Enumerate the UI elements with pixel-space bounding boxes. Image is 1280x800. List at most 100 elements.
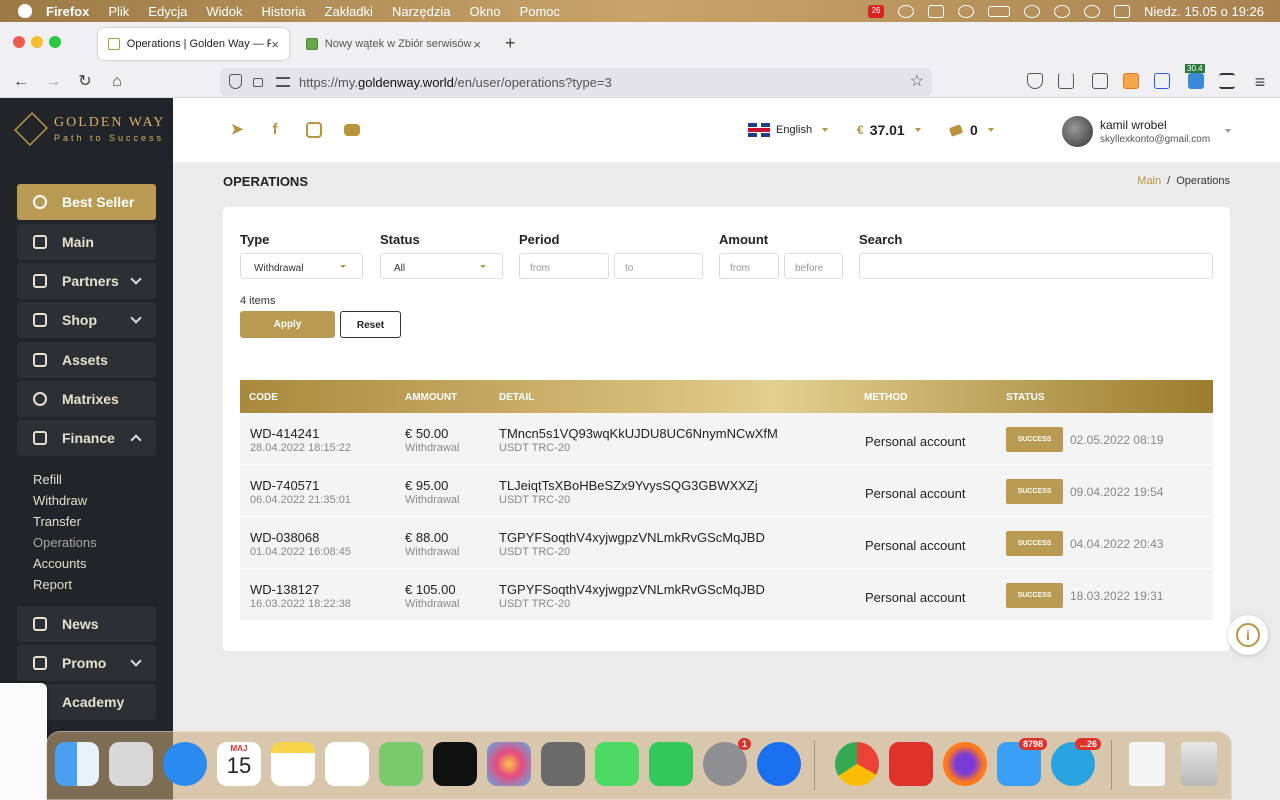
apply-button[interactable]: Apply [240, 311, 335, 338]
anydesk-icon[interactable] [889, 742, 933, 786]
metamask-icon[interactable] [1123, 73, 1139, 89]
telegram-icon[interactable]: ➤ [229, 122, 245, 138]
close-window-button[interactable] [13, 36, 25, 48]
sidebar-sub-refill[interactable]: Refill [33, 472, 62, 487]
close-tab-icon[interactable]: × [271, 37, 279, 52]
time-machine-icon[interactable] [1054, 4, 1071, 18]
photos-icon[interactable] [487, 742, 531, 786]
amount-from-input[interactable]: from [719, 253, 779, 279]
new-tab-button[interactable]: + [505, 33, 516, 54]
url-text[interactable]: https://my.goldenway.world/en/user/opera… [299, 75, 612, 90]
youtube-icon[interactable] [344, 124, 360, 136]
lock-icon[interactable] [253, 78, 263, 87]
table-row[interactable]: WD-414241 28.04.2022 18:15:22 € 50.00 Wi… [240, 413, 1213, 465]
system-preferences-icon[interactable]: 1 [703, 738, 751, 786]
menu-item[interactable]: Pomoc [520, 4, 560, 19]
archive-icon[interactable] [1129, 742, 1165, 786]
bitwarden-icon[interactable] [1154, 73, 1170, 89]
menu-item[interactable]: Plik [108, 4, 129, 19]
zoom-window-button[interactable] [49, 36, 61, 48]
sidebar-item-partners[interactable]: Partners [17, 263, 156, 299]
table-row[interactable]: WD-740571 06.04.2022 21:35:01 € 95.00 Wi… [240, 465, 1213, 517]
period-to-input[interactable]: to [614, 253, 703, 279]
library-icon[interactable] [1092, 73, 1108, 89]
menu-item[interactable]: Okno [469, 4, 500, 19]
sidebar-sub-operations[interactable]: Operations [33, 535, 97, 550]
permissions-icon[interactable] [276, 77, 290, 87]
menu-item[interactable]: Widok [206, 4, 242, 19]
downloads-icon[interactable] [1058, 73, 1074, 89]
maps-icon[interactable] [379, 742, 423, 786]
period-from-input[interactable]: from [519, 253, 609, 279]
apple-icon[interactable] [18, 4, 32, 18]
language-selector[interactable]: English [748, 123, 829, 137]
tab-manager-icon[interactable] [1219, 73, 1235, 89]
close-tab-icon[interactable]: × [473, 37, 481, 52]
status-select[interactable]: All [380, 253, 503, 279]
firefox-icon[interactable] [943, 742, 987, 786]
reminders-icon[interactable] [325, 742, 369, 786]
sidebar-item-finance[interactable]: Finance [17, 420, 156, 456]
search-input[interactable] [859, 253, 1213, 279]
caret-down-icon[interactable] [1225, 129, 1231, 133]
notes-icon[interactable] [271, 742, 315, 786]
sidebar-item-best-seller[interactable]: Best Seller [17, 184, 156, 220]
clock[interactable]: Niedz. 15.05 o 19:26 [1144, 4, 1264, 19]
chrome-icon[interactable] [835, 742, 879, 786]
menu-item[interactable]: Narzędzia [392, 4, 451, 19]
facetime-icon[interactable] [649, 742, 693, 786]
mail-icon[interactable]: 8798 [997, 738, 1047, 786]
type-select[interactable]: Withdrawal [240, 253, 363, 279]
home-icon[interactable]: ⌂ [107, 72, 127, 92]
sidebar-sub-transfer[interactable]: Transfer [33, 514, 81, 529]
facebook-icon[interactable]: f [267, 122, 283, 138]
sidebar-item-assets[interactable]: Assets [17, 342, 156, 378]
apple-tv-icon[interactable] [433, 742, 477, 786]
messages-icon[interactable] [595, 742, 639, 786]
calendar-icon[interactable]: MAJ 15 [217, 742, 261, 786]
minimize-window-button[interactable] [31, 36, 43, 48]
pocket-icon[interactable] [1027, 73, 1043, 89]
calendar-status-icon[interactable]: 26 [868, 4, 885, 18]
battery-icon[interactable] [988, 5, 1011, 17]
wifi-icon[interactable] [1024, 4, 1041, 18]
url-bar[interactable]: https://my.goldenway.world/en/user/opera… [220, 68, 932, 96]
browser-tab-active[interactable]: Operations | Golden Way — Path × [98, 28, 289, 60]
sidebar-sub-accounts[interactable]: Accounts [33, 556, 86, 571]
table-row[interactable]: WD-138127 16.03.2022 18:22:38 € 105.00 W… [240, 569, 1213, 621]
menu-app-name[interactable]: Firefox [46, 4, 89, 19]
safari-icon[interactable] [163, 742, 207, 786]
alert-icon[interactable] [958, 4, 975, 18]
app-menu-icon[interactable]: ≡ [1250, 72, 1270, 92]
sidebar-item-matrixes[interactable]: Matrixes [17, 381, 156, 417]
trash-icon[interactable] [1181, 742, 1217, 786]
sidebar-sub-withdraw[interactable]: Withdraw [33, 493, 87, 508]
user-menu[interactable]: kamil wrobel skyllexkonto@gmail.com [1062, 116, 1210, 147]
telegram-icon[interactable]: ...26 [1051, 738, 1101, 786]
bookmark-star-icon[interactable]: ☆ [910, 71, 924, 91]
info-button[interactable]: i [1228, 615, 1268, 655]
calculator-icon[interactable] [541, 742, 585, 786]
amount-before-input[interactable]: before [784, 253, 843, 279]
launchpad-icon[interactable] [109, 742, 153, 786]
spotlight-icon[interactable] [1084, 4, 1101, 18]
sidebar-item-main[interactable]: Main [17, 224, 156, 260]
sidebar-item-shop[interactable]: Shop [17, 302, 156, 338]
shield-icon[interactable] [229, 74, 242, 89]
browser-tab[interactable]: Nowy wątek w Zbiór serwisów z × [296, 28, 491, 60]
breadcrumb-main[interactable]: Main [1137, 175, 1161, 187]
sidebar-item-news[interactable]: News [17, 606, 156, 642]
back-icon[interactable]: ← [11, 72, 31, 92]
finder-icon[interactable] [55, 742, 99, 786]
clipboard-icon[interactable] [928, 4, 945, 18]
menu-item[interactable]: Historia [261, 4, 305, 19]
teamviewer-status-icon[interactable] [898, 4, 915, 18]
forward-icon[interactable]: → [43, 72, 63, 92]
balance-dropdown[interactable]: € 37.01 [857, 122, 921, 138]
extension-icon[interactable]: 30.4 [1185, 64, 1205, 89]
points-dropdown[interactable]: 0 [948, 122, 994, 138]
control-center-icon[interactable] [1114, 4, 1131, 18]
instagram-icon[interactable] [306, 122, 322, 138]
teamviewer-icon[interactable] [757, 742, 801, 786]
reset-button[interactable]: Reset [340, 311, 401, 338]
